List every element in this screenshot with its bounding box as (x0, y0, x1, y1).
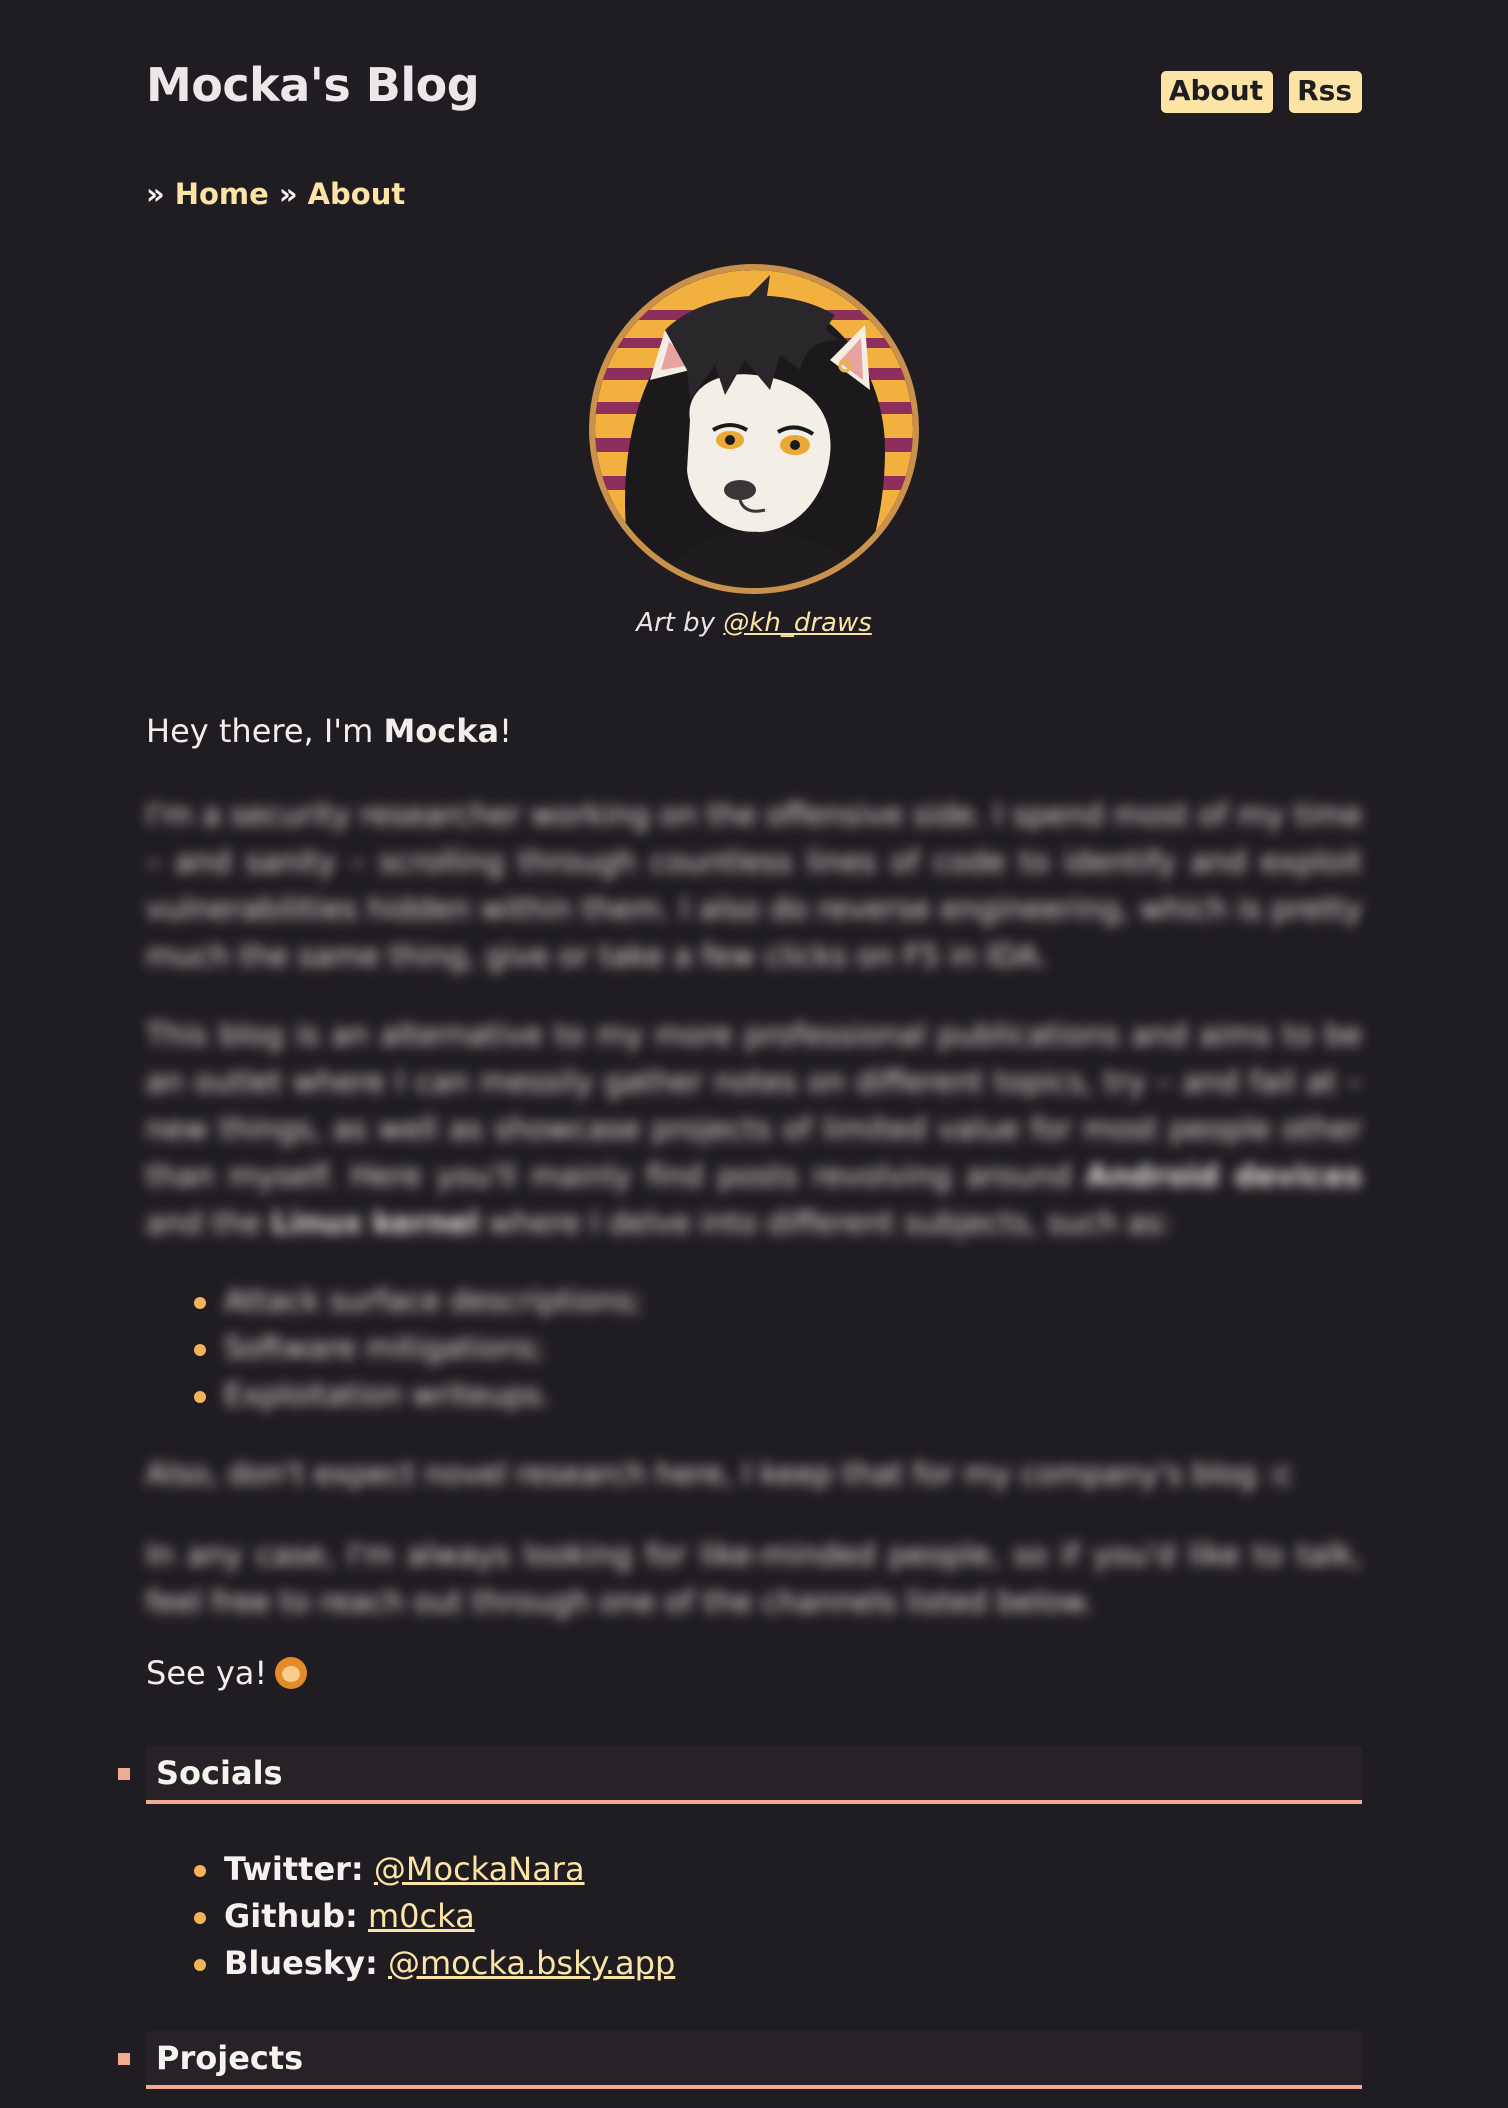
page-container: Mocka's Blog About Rss » Home » About Ar… (118, 0, 1362, 2089)
artist-link[interactable]: @kh_draws (723, 608, 871, 638)
breadcrumb-about-link[interactable]: About (308, 177, 406, 211)
intro-text: Hey there, I'm Mocka! (146, 712, 512, 750)
intro-prefix: Hey there, I'm (146, 712, 384, 750)
topic-text: Exploitation writeups. (224, 1378, 551, 1413)
list-item: Attack surface descriptions; (194, 1278, 643, 1325)
github-link[interactable]: m0cka (368, 1897, 475, 1935)
avatar-block: Art by @kh_draws (146, 264, 1362, 638)
paragraph-2-part-c: and the (146, 1206, 271, 1241)
about-paragraph-1: I'm a security researcher working on the… (146, 798, 1362, 974)
social-label: Bluesky: (224, 1944, 378, 1982)
top-nav: About Rss (1160, 71, 1362, 113)
heading-marker-icon (118, 2053, 130, 2065)
breadcrumb: » Home » About (146, 177, 405, 211)
breadcrumb-home-link[interactable]: Home (175, 177, 269, 211)
projects-heading: Projects (118, 2031, 1362, 2089)
bullet-icon (194, 1959, 206, 1971)
nav-rss-button[interactable]: Rss (1289, 71, 1362, 113)
heading-marker-icon (118, 1768, 130, 1780)
socials-heading: Socials (118, 1746, 1362, 1804)
outro-text: See ya! (146, 1654, 308, 1692)
list-item: Exploitation writeups. (194, 1372, 642, 1419)
lion-face-emoji-icon (275, 1657, 308, 1689)
lion-character-avatar-icon (595, 270, 913, 588)
bullet-icon (194, 1912, 206, 1924)
caption-prefix: Art by (636, 608, 724, 638)
topics-list: Attack surface descriptions; Software mi… (194, 1278, 643, 1419)
about-paragraph-4: In any case, I'm always looking for like… (146, 1538, 1362, 1620)
socials-list: Twitter: @MockaNara Github: m0cka Bluesk… (194, 1846, 675, 1987)
avatar-caption: Art by @kh_draws (146, 608, 1362, 638)
social-label: Github: (224, 1897, 358, 1935)
intro-suffix: ! (499, 712, 512, 750)
social-item-github: Github: m0cka (194, 1893, 675, 1940)
site-title[interactable]: Mocka's Blog (146, 62, 480, 108)
topic-text: Attack surface descriptions; (224, 1284, 643, 1319)
outro-label: See ya! (146, 1654, 268, 1692)
site-header: Mocka's Blog About Rss » Home » About (146, 0, 1362, 211)
bluesky-link[interactable]: @mocka.bsky.app (388, 1944, 675, 1982)
avatar-image (589, 264, 919, 594)
breadcrumb-separator: » (278, 177, 298, 211)
twitter-link[interactable]: @MockaNara (374, 1850, 585, 1888)
social-item-twitter: Twitter: @MockaNara (194, 1846, 675, 1893)
bullet-icon (194, 1391, 206, 1403)
bullet-icon (194, 1865, 206, 1877)
breadcrumb-separator: » (146, 177, 165, 211)
list-item: Software mitigations; (194, 1325, 642, 1372)
about-paragraph-3: Also, don't expect novel research here, … (146, 1457, 1293, 1492)
paragraph-2-android: Android devices (1085, 1159, 1362, 1194)
paragraph-2-part-e: where I delve into different subjects, s… (478, 1206, 1172, 1241)
social-label: Twitter: (224, 1850, 364, 1888)
paragraph-2-linux: Linux kernel (270, 1206, 479, 1241)
projects-title[interactable]: Projects (156, 2040, 303, 2076)
social-item-bluesky: Bluesky: @mocka.bsky.app (194, 1940, 675, 1987)
nav-about-button[interactable]: About (1160, 71, 1274, 113)
topic-text: Software mitigations; (224, 1331, 545, 1366)
bullet-icon (194, 1297, 206, 1309)
intro-name: Mocka (383, 712, 500, 750)
about-paragraph-2: This blog is an alternative to my more p… (146, 1012, 1362, 1247)
bullet-icon (194, 1344, 206, 1356)
socials-title[interactable]: Socials (156, 1755, 283, 1791)
